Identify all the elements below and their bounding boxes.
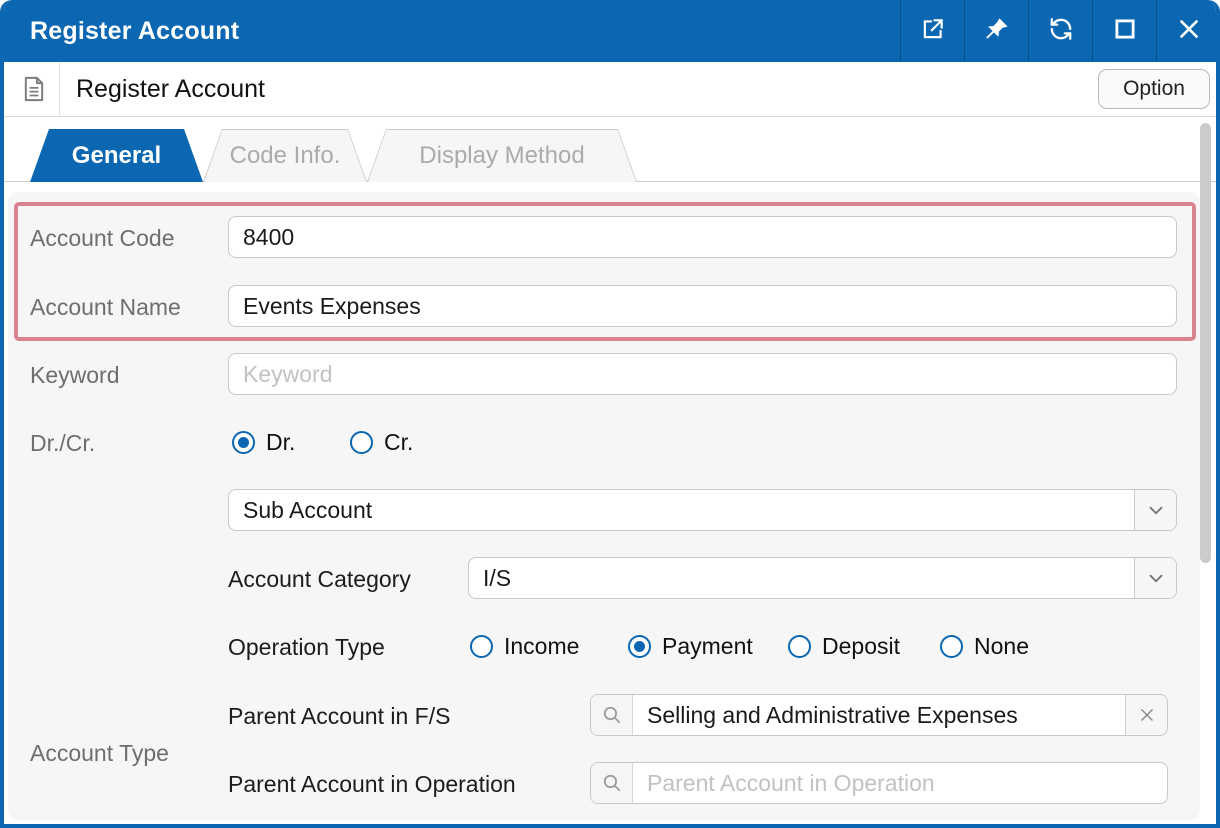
account-category-label: Account Category	[228, 566, 411, 593]
tab-code-info[interactable]: Code Info.	[203, 129, 367, 182]
radio-payment[interactable]: Payment	[628, 633, 753, 660]
radio-cr-circle	[350, 431, 373, 454]
tab-display-method[interactable]: Display Method	[367, 129, 637, 182]
parent-account-fs-input[interactable]	[633, 695, 1125, 735]
tab-bar: General Code Info. Display Method	[4, 118, 1216, 182]
general-tab-content: Account Code Account Name Keyword Dr./Cr…	[4, 182, 1216, 824]
maximize-button[interactable]	[1092, 0, 1156, 62]
chevron-down-icon	[1134, 558, 1176, 598]
vertical-scrollbar-thumb[interactable]	[1200, 123, 1211, 563]
window-title: Register Account	[30, 17, 239, 46]
account-category-dropdown[interactable]: I/S	[468, 557, 1177, 599]
title-bar: Register Account	[0, 0, 1220, 62]
sub-account-dropdown-value: Sub Account	[229, 497, 1134, 524]
account-name-input[interactable]	[229, 286, 1176, 326]
radio-cr[interactable]: Cr.	[350, 429, 413, 456]
account-code-input[interactable]	[229, 217, 1176, 257]
radio-income-label: Income	[504, 633, 579, 660]
radio-income[interactable]: Income	[470, 633, 579, 660]
radio-deposit-circle	[788, 635, 811, 658]
pin-icon	[984, 16, 1010, 47]
radio-payment-circle	[628, 635, 651, 658]
tab-display-method-label: Display Method	[419, 142, 584, 170]
account-type-label: Account Type	[30, 740, 169, 767]
account-category-dropdown-value: I/S	[469, 565, 1134, 592]
radio-deposit[interactable]: Deposit	[788, 633, 900, 660]
search-icon	[591, 695, 633, 735]
chevron-down-icon	[1134, 490, 1176, 530]
header-divider	[59, 62, 60, 117]
account-code-label: Account Code	[30, 225, 174, 252]
parent-account-operation-field-box	[590, 762, 1168, 804]
close-button[interactable]	[1156, 0, 1220, 62]
radio-none-circle	[940, 635, 963, 658]
page-header: Register Account Option	[4, 62, 1216, 117]
radio-deposit-label: Deposit	[822, 633, 900, 660]
parent-account-operation-input[interactable]	[633, 763, 1167, 803]
keyword-input[interactable]	[229, 354, 1176, 394]
radio-dr-circle	[232, 431, 255, 454]
clear-icon[interactable]	[1125, 695, 1167, 735]
account-name-field-box	[228, 285, 1177, 327]
document-icon	[20, 75, 48, 103]
open-new-window-icon	[920, 16, 946, 47]
radio-none-label: None	[974, 633, 1029, 660]
parent-account-fs-label: Parent Account in F/S	[228, 703, 450, 730]
register-account-window: Register Account	[0, 0, 1220, 828]
window-controls	[900, 0, 1220, 62]
refresh-icon	[1048, 16, 1074, 47]
radio-payment-label: Payment	[662, 633, 753, 660]
refresh-button[interactable]	[1028, 0, 1092, 62]
tab-code-info-label: Code Info.	[230, 142, 341, 170]
search-icon	[591, 763, 633, 803]
radio-dr-label: Dr.	[266, 429, 295, 456]
tab-general[interactable]: General	[30, 129, 203, 182]
open-new-window-button[interactable]	[900, 0, 964, 62]
pin-button[interactable]	[964, 0, 1028, 62]
close-icon	[1176, 16, 1202, 47]
sub-account-dropdown[interactable]: Sub Account	[228, 489, 1177, 531]
parent-account-operation-label: Parent Account in Operation	[228, 771, 516, 798]
keyword-label: Keyword	[30, 362, 119, 389]
option-button[interactable]: Option	[1098, 69, 1210, 109]
radio-dr[interactable]: Dr.	[232, 429, 295, 456]
page-title: Register Account	[76, 75, 265, 104]
radio-cr-label: Cr.	[384, 429, 413, 456]
account-code-field-box	[228, 216, 1177, 258]
radio-none[interactable]: None	[940, 633, 1029, 660]
radio-income-circle	[470, 635, 493, 658]
maximize-icon	[1112, 16, 1138, 47]
parent-account-fs-field-box	[590, 694, 1168, 736]
account-name-label: Account Name	[30, 294, 181, 321]
tab-general-label: General	[72, 142, 161, 170]
keyword-field-box	[228, 353, 1177, 395]
